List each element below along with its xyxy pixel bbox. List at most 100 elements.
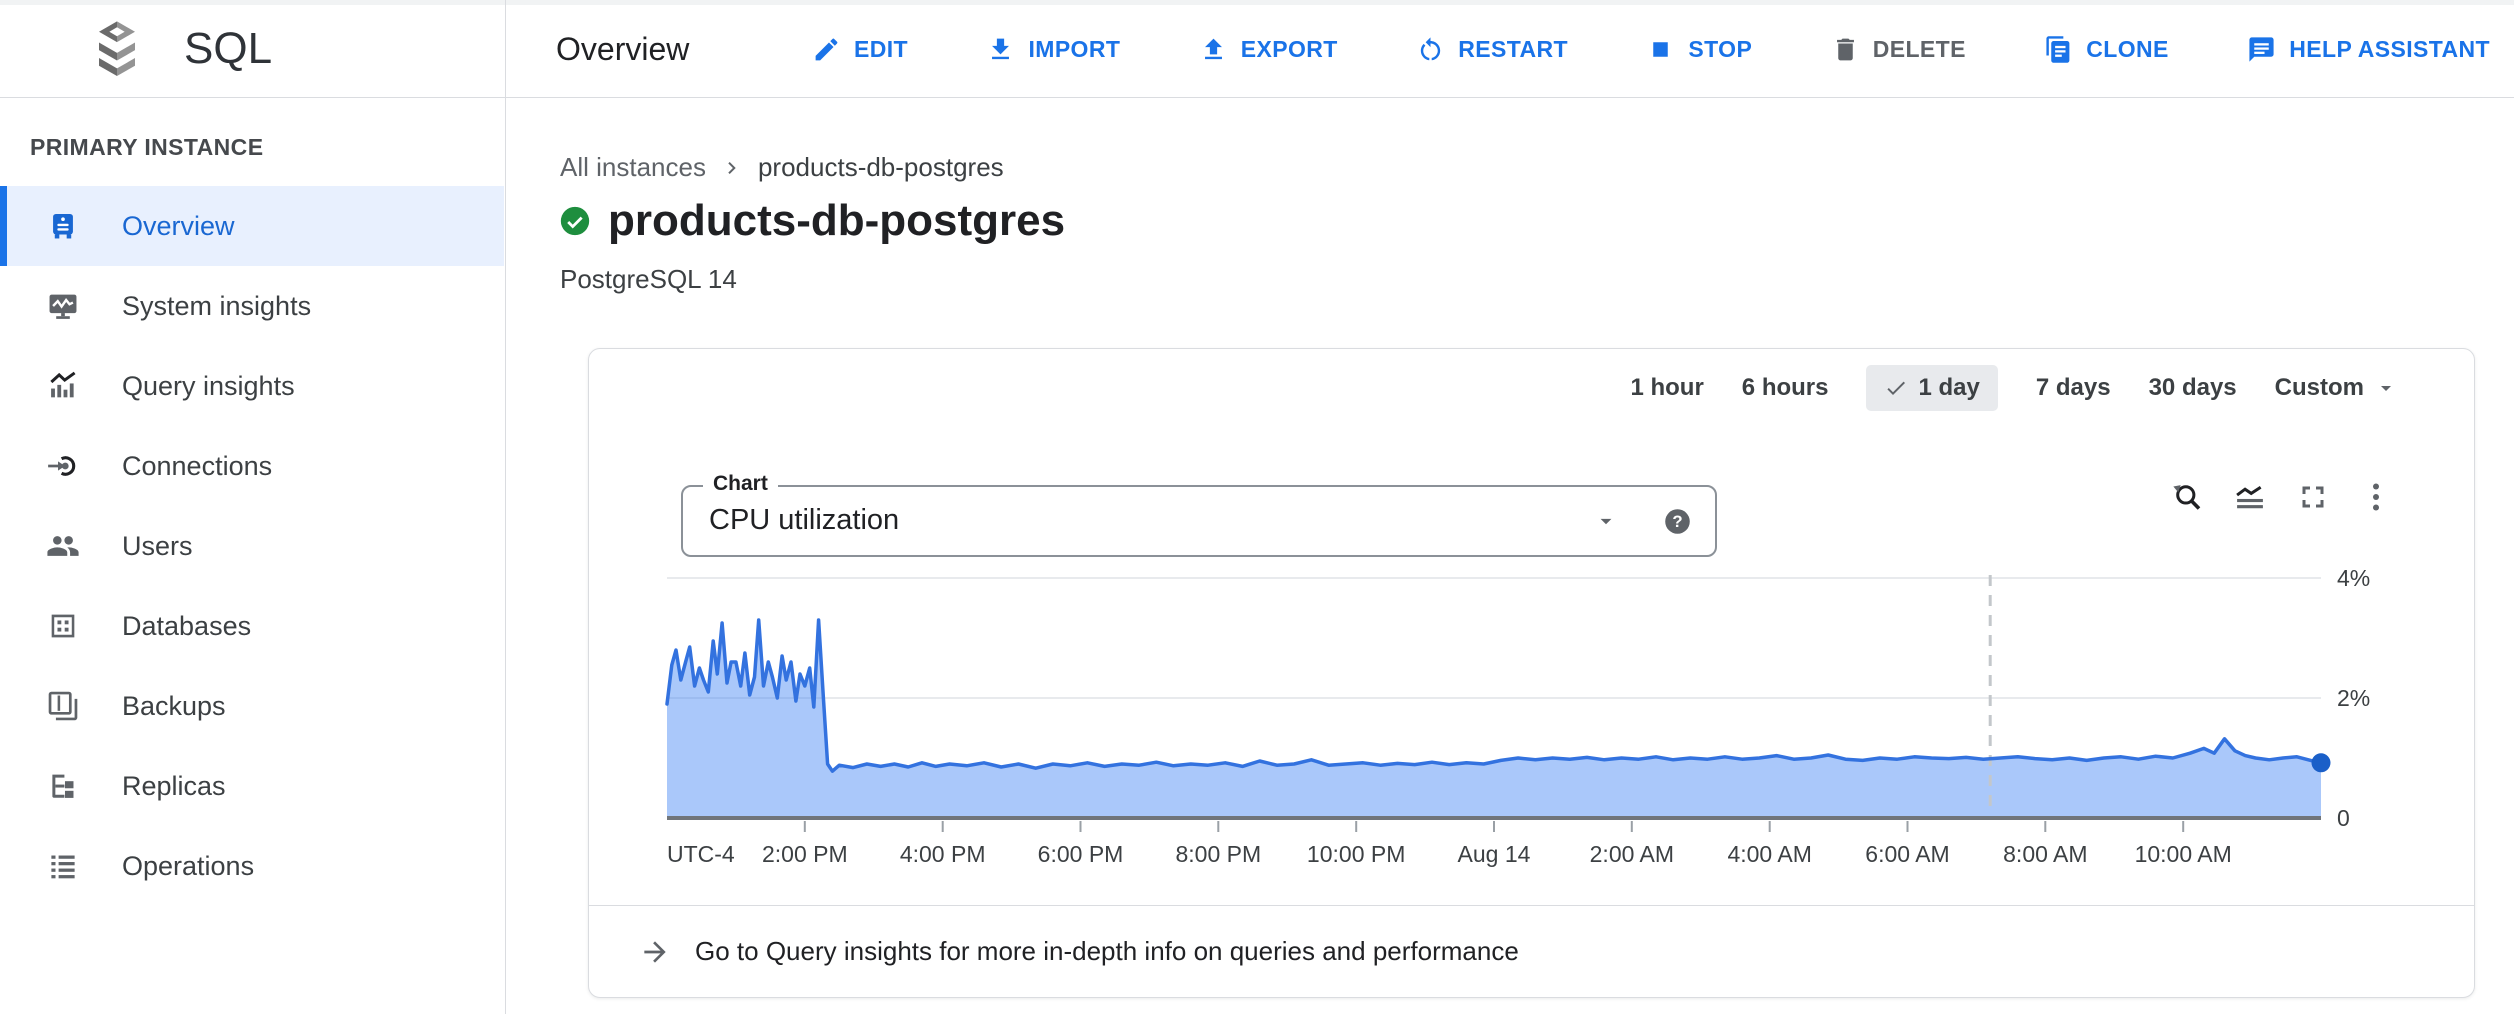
restart-button[interactable]: RESTART — [1416, 35, 1568, 64]
sidebar-item-connections[interactable]: Connections — [0, 426, 504, 506]
reset-zoom-button[interactable] — [2169, 479, 2205, 515]
sidebar-item-backups[interactable]: Backups — [0, 666, 504, 746]
fullscreen-button[interactable] — [2295, 479, 2331, 515]
help-assistant-button[interactable]: HELP ASSISTANT — [2247, 35, 2490, 64]
sidebar-item-label: System insights — [122, 291, 311, 322]
y-axis-label: 0 — [2337, 805, 2350, 832]
top-bar: SQL Overview EDIT IMPORT EXPORT RESTART STOP… — [0, 0, 2514, 98]
cloud-sql-overview-page: SQL Overview EDIT IMPORT EXPORT RESTART STOP… — [0, 0, 2514, 1014]
export-icon — [1199, 35, 1228, 64]
time-range-1-hour[interactable]: 1 hour — [1630, 365, 1703, 411]
time-range-label: 1 hour — [1630, 374, 1703, 402]
instance-version: PostgreSQL 14 — [560, 264, 737, 295]
more-vert-icon — [2358, 479, 2394, 515]
time-range-label: Custom — [2275, 374, 2364, 402]
x-axis-label: 2:00 PM — [762, 841, 848, 868]
x-axis-label: 6:00 PM — [1038, 841, 1124, 868]
sidebar-item-users[interactable]: Users — [0, 506, 504, 586]
import-button[interactable]: IMPORT — [986, 35, 1120, 64]
caret-down-icon — [2374, 376, 2398, 400]
header-divider — [505, 0, 506, 97]
x-axis-label: 10:00 AM — [2135, 841, 2232, 868]
time-range-selector: 1 hour 6 hours 1 day 7 days 30 days Custom — [1630, 365, 2398, 411]
time-range-6-hours[interactable]: 6 hours — [1742, 365, 1829, 411]
x-axis-label: 10:00 PM — [1307, 841, 1405, 868]
sidebar-item-operations[interactable]: Operations — [0, 826, 504, 906]
status-running-check-icon — [558, 204, 592, 238]
x-axis-label: 2:00 AM — [1590, 841, 1674, 868]
time-range-1-day[interactable]: 1 day — [1866, 365, 1997, 411]
export-button[interactable]: EXPORT — [1199, 35, 1338, 64]
button-label: EDIT — [854, 36, 908, 63]
stop-icon — [1646, 35, 1675, 64]
sidebar-item-query-insights[interactable]: Query insights — [0, 346, 504, 426]
clone-button[interactable]: CLONE — [2044, 35, 2169, 64]
x-axis-label: 6:00 AM — [1865, 841, 1949, 868]
sidebar-item-label: Query insights — [122, 371, 295, 402]
operations-icon — [46, 849, 80, 883]
check-icon — [1884, 376, 1908, 400]
button-label: RESTART — [1458, 36, 1568, 63]
connections-icon — [46, 449, 80, 483]
sql-home-link[interactable]: SQL — [90, 0, 272, 98]
svg-text:?: ? — [1672, 512, 1682, 531]
time-range-label: 30 days — [2149, 374, 2237, 402]
sidebar-item-label: Overview — [122, 211, 235, 242]
y-axis-label: 4% — [2337, 565, 2370, 592]
x-axis-timezone-label: UTC-4 — [667, 841, 735, 868]
edit-button[interactable]: EDIT — [812, 35, 908, 64]
users-icon — [46, 529, 80, 563]
more-vert-button[interactable] — [2358, 479, 2394, 515]
time-range-7-days[interactable]: 7 days — [2036, 365, 2111, 411]
import-icon — [986, 35, 1015, 64]
selected-indicator — [0, 186, 7, 266]
breadcrumb-all-instances-link[interactable]: All instances — [560, 152, 706, 183]
x-axis-label: 4:00 PM — [900, 841, 986, 868]
query-insights-link[interactable]: Go to Query insights for more in-depth i… — [639, 906, 2474, 997]
time-range-label: 7 days — [2036, 374, 2111, 402]
time-range-label: 6 hours — [1742, 374, 1829, 402]
x-axis-label: Aug 14 — [1458, 841, 1531, 868]
help-icon[interactable]: ? — [1662, 506, 1693, 537]
delete-button[interactable]: DELETE — [1831, 35, 1966, 64]
sidebar-item-system-insights[interactable]: System insights — [0, 266, 504, 346]
restart-icon — [1416, 35, 1445, 64]
cpu-utilization-chart[interactable] — [667, 561, 2321, 833]
time-range-30-days[interactable]: 30 days — [2149, 365, 2237, 411]
arrow-forward-icon — [639, 936, 671, 968]
page-title: Overview — [556, 0, 689, 98]
sidebar-item-databases[interactable]: Databases — [0, 586, 504, 666]
sidebar-item-replicas[interactable]: Replicas — [0, 746, 504, 826]
query-insights-link-label: Go to Query insights for more in-depth i… — [695, 936, 1519, 967]
overview-icon — [46, 209, 80, 243]
sidebar-item-label: Users — [122, 531, 193, 562]
button-label: DELETE — [1873, 36, 1966, 63]
button-label: STOP — [1688, 36, 1752, 63]
instance-title-row: products-db-postgres — [558, 196, 1065, 246]
edit-icon — [812, 35, 841, 64]
area-chart-button[interactable] — [2232, 479, 2268, 515]
chart-plot-area — [667, 561, 2321, 833]
sidebar-section-label: PRIMARY INSTANCE — [30, 134, 505, 161]
chart-metric-select[interactable]: Chart CPU utilization ? — [681, 485, 1717, 557]
time-range-label: 1 day — [1918, 374, 1979, 402]
x-axis-label: 4:00 AM — [1727, 841, 1811, 868]
button-label: EXPORT — [1241, 36, 1338, 63]
time-range-custom[interactable]: Custom — [2275, 365, 2398, 411]
chart-toolbar — [2169, 479, 2394, 515]
help-assistant-icon — [2247, 35, 2276, 64]
replicas-icon — [46, 769, 80, 803]
reset-zoom-icon — [2169, 479, 2205, 515]
sidebar-item-label: Backups — [122, 691, 226, 722]
cloud-sql-logo-icon — [90, 21, 144, 78]
instance-action-toolbar: EDIT IMPORT EXPORT RESTART STOP DELETE CLONE HE… — [812, 0, 2490, 98]
backups-icon — [46, 689, 80, 723]
clone-icon — [2044, 35, 2073, 64]
sidebar-item-overview[interactable]: Overview — [0, 186, 504, 266]
breadcrumb: All instances products-db-postgres — [560, 152, 1004, 183]
button-label: HELP ASSISTANT — [2289, 36, 2490, 63]
chevron-right-icon — [720, 156, 744, 180]
query-insights-icon — [46, 369, 80, 403]
stop-button[interactable]: STOP — [1646, 35, 1752, 64]
sidebar-item-label: Replicas — [122, 771, 226, 802]
